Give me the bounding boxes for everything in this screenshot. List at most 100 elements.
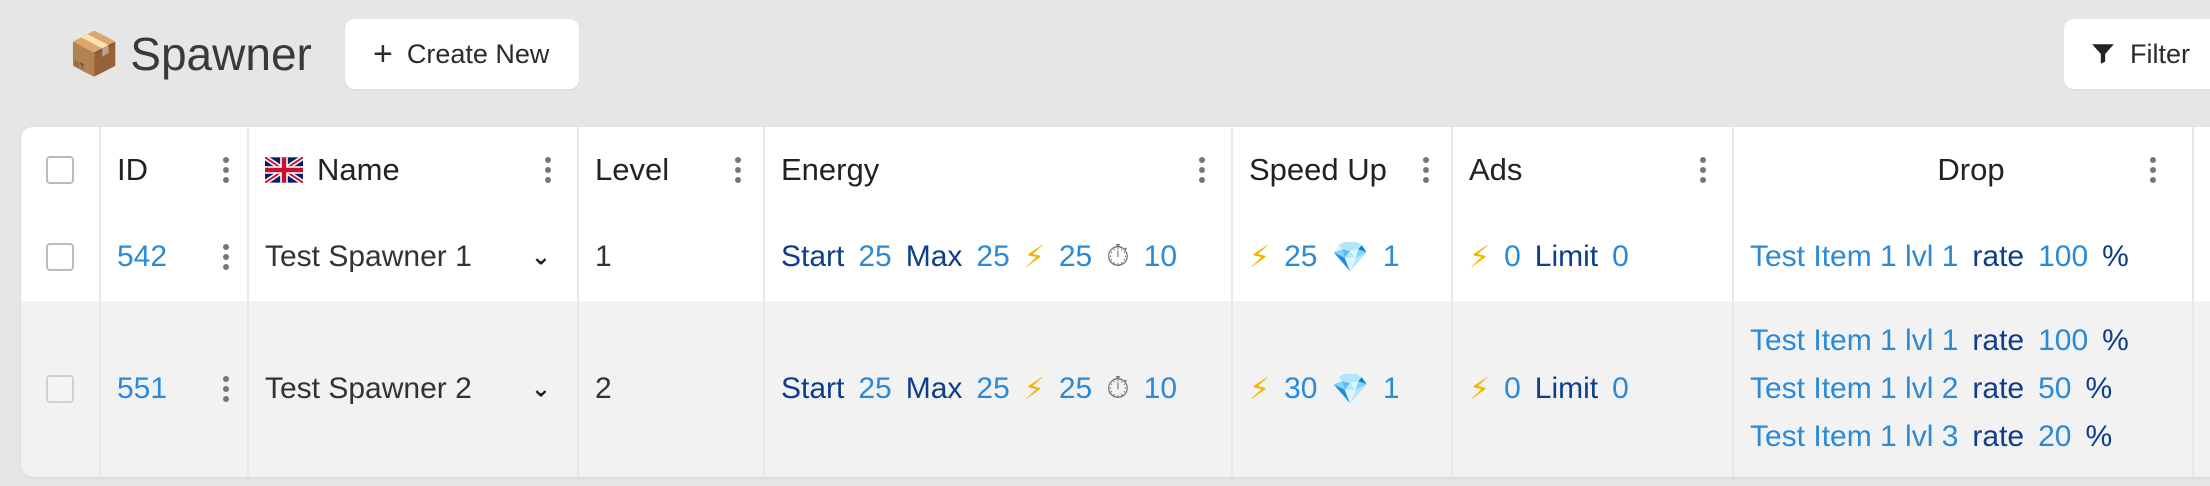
table-row[interactable]: 551 Test Spawner 2 ⌄ 2 Start 25 Max 25 ⚡… — [21, 301, 2210, 477]
id-link[interactable]: 542 — [117, 240, 167, 274]
lightning-icon: ⚡ — [1023, 240, 1045, 274]
column-menu-icon[interactable] — [2150, 157, 2156, 183]
column-level-label: Level — [595, 152, 670, 187]
column-ads-label: Ads — [1469, 152, 1523, 187]
energy-max-value: 25 — [976, 240, 1010, 273]
column-menu-icon[interactable] — [223, 157, 229, 183]
row-checkbox[interactable] — [46, 243, 74, 271]
top-bar: 📦 Spawner + Create New Filter — [0, 0, 2210, 128]
drop-rate-value: 50 — [2038, 372, 2072, 405]
speed-up-cell: ⚡ 25 💎 1 — [1233, 213, 1453, 301]
energy-cell: Start 25 Max 25 ⚡ 25 ⏱ 10 — [765, 301, 1233, 477]
drop-entry: Test Item 1 lvl 2 rate 50 % — [1750, 372, 2112, 406]
row-menu-icon[interactable] — [223, 244, 229, 270]
energy-bolt-value: 25 — [1058, 372, 1093, 405]
spawner-name: Test Spawner 1 — [265, 240, 472, 273]
column-header-level[interactable]: Level — [579, 127, 765, 213]
column-header-energy[interactable]: Energy — [765, 127, 1233, 213]
lightning-icon: ⚡ — [1469, 372, 1491, 406]
ads-limit-label: Limit — [1534, 240, 1599, 273]
speed-up-gem-value: 1 — [1382, 240, 1400, 273]
speed-up-bolt-value: 25 — [1284, 240, 1318, 273]
row-checkbox[interactable] — [46, 375, 74, 403]
name-cell: Test Spawner 2 ⌄ — [249, 301, 579, 477]
energy-start-value: 25 — [858, 372, 892, 405]
ads-cell: ⚡ 0 Limit 0 — [1453, 301, 1734, 477]
energy-max-label: Max — [905, 240, 963, 273]
lightning-icon: ⚡ — [1469, 240, 1491, 274]
speed-up-bolt-value: 30 — [1284, 372, 1318, 405]
speed-up-cell: ⚡ 30 💎 1 — [1233, 301, 1453, 477]
ads-cell: ⚡ 0 Limit 0 — [1453, 213, 1734, 301]
column-header-ads[interactable]: Ads — [1453, 127, 1734, 213]
drop-item-link[interactable]: Test Item 1 lvl 1 — [1750, 324, 1958, 358]
column-menu-icon[interactable] — [1700, 157, 1706, 183]
stopwatch-icon: ⏱ — [1106, 240, 1130, 273]
lightning-icon: ⚡ — [1249, 240, 1271, 274]
energy-timer-value: 10 — [1143, 240, 1178, 273]
chevron-down-icon[interactable]: ⌄ — [531, 243, 551, 272]
spawner-name: Test Spawner 2 — [265, 372, 472, 405]
drop-item-link[interactable]: Test Item 1 lvl 1 — [1750, 240, 1958, 274]
create-new-button[interactable]: + Create New — [345, 19, 579, 89]
drop-rate-label: rate — [1972, 324, 2025, 357]
column-menu-icon[interactable] — [1199, 157, 1205, 183]
select-all-cell — [21, 127, 101, 213]
gem-icon: 💎 — [1331, 372, 1369, 406]
energy-start-label: Start — [781, 240, 845, 273]
column-energy-label: Energy — [781, 152, 880, 187]
drop-rate-value: 100 — [2038, 324, 2089, 357]
drop-percent-sign: % — [2102, 324, 2129, 357]
column-speed-up-label: Speed Up — [1249, 152, 1387, 187]
drop-entry: Test Item 1 lvl 1 rate 100 % — [1750, 240, 2129, 274]
drop-rate-label: rate — [1972, 372, 2025, 405]
drop-entry: Test Item 1 lvl 1 rate 100 % — [1750, 324, 2129, 358]
lightning-icon: ⚡ — [1023, 372, 1045, 406]
column-menu-icon[interactable] — [545, 157, 551, 183]
select-all-checkbox[interactable] — [46, 156, 74, 184]
level-value: 2 — [595, 372, 612, 405]
lightning-icon: ⚡ — [1249, 372, 1271, 406]
column-menu-icon[interactable] — [1423, 157, 1429, 183]
page-title-text: Spawner — [130, 28, 312, 80]
drop-percent-sign: % — [2085, 420, 2113, 453]
drop-item-link[interactable]: Test Item 1 lvl 3 — [1750, 420, 1958, 454]
energy-cell: Start 25 Max 25 ⚡ 25 ⏱ 10 — [765, 213, 1233, 301]
column-header-drop[interactable]: Drop — [1734, 127, 2194, 213]
package-icon: 📦 — [68, 29, 121, 77]
table-row[interactable]: 542 Test Spawner 1 ⌄ 1 Start 25 Max 25 ⚡… — [21, 213, 2210, 303]
id-link[interactable]: 551 — [117, 372, 167, 406]
drop-rate-label: rate — [1972, 420, 2025, 453]
column-menu-icon[interactable] — [735, 157, 741, 183]
row-menu-icon[interactable] — [223, 376, 229, 402]
spawner-table: ID Name Level Energy Speed Up Ads Drop 5… — [21, 127, 2210, 477]
column-name-label: Name — [317, 152, 400, 187]
ads-limit-value: 0 — [1612, 372, 1629, 405]
energy-max-value: 25 — [976, 372, 1010, 405]
speed-up-gem-value: 1 — [1382, 372, 1400, 405]
drop-item-link[interactable]: Test Item 1 lvl 2 — [1750, 372, 1958, 406]
drop-percent-sign: % — [2085, 372, 2113, 405]
chevron-down-icon[interactable]: ⌄ — [531, 375, 551, 404]
energy-start-label: Start — [781, 372, 845, 405]
id-cell: 542 — [101, 213, 249, 301]
filter-icon — [2092, 44, 2114, 64]
drop-percent-sign: % — [2102, 240, 2129, 273]
level-cell: 2 — [579, 301, 765, 477]
uk-flag-icon — [265, 157, 303, 183]
row-select-cell — [21, 213, 101, 301]
filter-button[interactable]: Filter — [2064, 19, 2210, 89]
drop-entry: Test Item 1 lvl 3 rate 20 % — [1750, 420, 2112, 454]
drop-cell: Test Item 1 lvl 1 rate 100 % — [1734, 213, 2194, 301]
drop-cell: Test Item 1 lvl 1 rate 100 % Test Item 1… — [1734, 301, 2194, 477]
energy-max-label: Max — [905, 372, 963, 405]
column-header-name[interactable]: Name — [249, 127, 579, 213]
page-title: 📦 Spawner — [68, 24, 312, 84]
column-header-id[interactable]: ID — [101, 127, 249, 213]
energy-start-value: 25 — [858, 240, 892, 273]
filter-label: Filter — [2130, 38, 2190, 69]
drop-rate-value: 100 — [2038, 240, 2089, 273]
ads-bolt-value: 0 — [1504, 240, 1521, 273]
column-header-speed-up[interactable]: Speed Up — [1233, 127, 1453, 213]
level-value: 1 — [595, 240, 612, 273]
